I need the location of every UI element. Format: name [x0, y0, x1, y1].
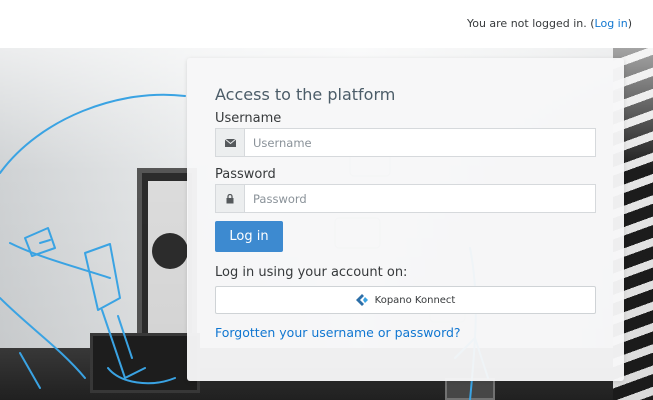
lock-icon: [216, 185, 245, 212]
password-label: Password: [215, 167, 276, 182]
password-field-group: [215, 184, 596, 213]
header-login-link[interactable]: Log in: [595, 17, 628, 30]
login-status-close-paren: ): [627, 17, 632, 30]
kopano-logo-icon: [355, 294, 368, 306]
top-navbar: You are not logged in. (Log in): [0, 0, 653, 48]
login-button[interactable]: Log in: [215, 221, 283, 252]
username-field-group: [215, 128, 596, 157]
login-title: Access to the platform: [215, 85, 396, 104]
kopano-konnect-button[interactable]: Kopano Konnect: [215, 286, 596, 314]
username-input[interactable]: [245, 129, 595, 156]
login-status-open-paren: (: [586, 17, 595, 30]
login-card: Access to the platform Username Password…: [187, 58, 624, 381]
login-status: You are not logged in. (Log in): [467, 17, 632, 30]
kopano-konnect-label: Kopano Konnect: [374, 294, 456, 306]
login-status-text: You are not logged in.: [466, 17, 587, 30]
username-label: Username: [215, 111, 282, 126]
envelope-icon: [216, 129, 245, 156]
password-input[interactable]: [245, 185, 595, 212]
alt-login-label: Log in using your account on:: [215, 265, 408, 280]
forgot-password-link[interactable]: Forgotten your username or password?: [215, 325, 461, 340]
